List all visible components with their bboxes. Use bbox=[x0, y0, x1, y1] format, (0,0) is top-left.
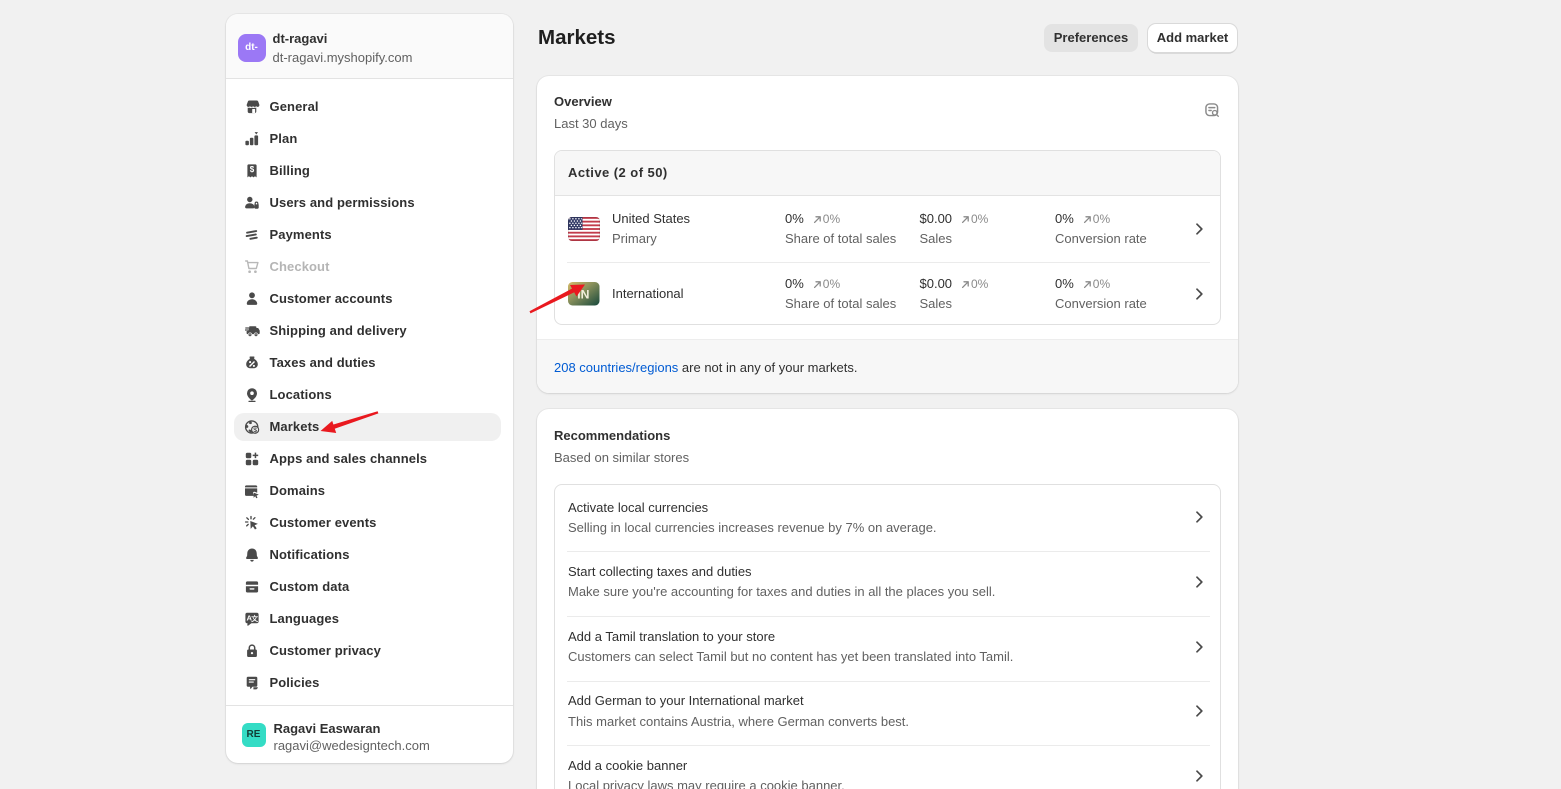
svg-text:$: $ bbox=[250, 165, 255, 174]
svg-text:文: 文 bbox=[250, 614, 258, 623]
svg-text:IN: IN bbox=[577, 288, 589, 302]
svg-text:$: $ bbox=[253, 427, 257, 434]
